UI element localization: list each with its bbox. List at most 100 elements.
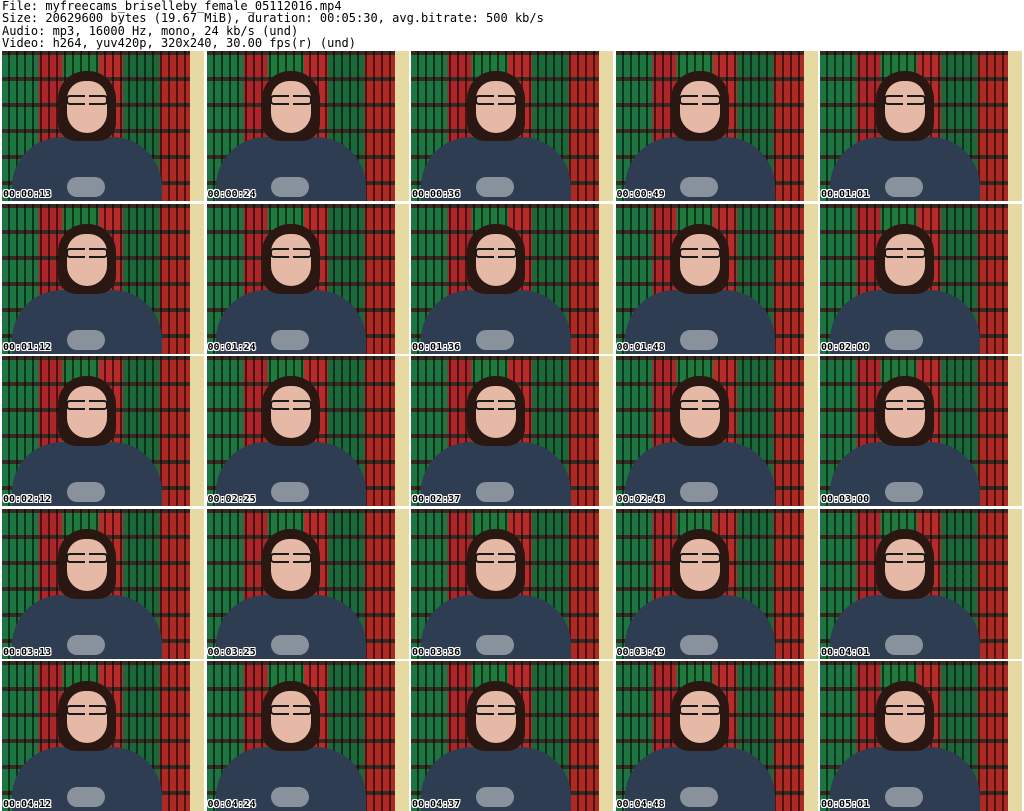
- person-figure: [625, 528, 776, 659]
- face: [475, 386, 516, 438]
- timestamp-label: 00:05:01: [821, 799, 870, 810]
- face: [271, 233, 312, 286]
- wall-background: [1008, 508, 1022, 659]
- face: [884, 691, 925, 743]
- timestamp-label: 00:00:24: [207, 189, 256, 200]
- glasses: [270, 705, 313, 715]
- video-thumbnail: 00:01:01: [820, 51, 1022, 201]
- glasses: [679, 705, 722, 715]
- video-thumbnail: 00:03:25: [206, 508, 409, 659]
- person-figure: [625, 376, 776, 506]
- wall-background: [599, 508, 613, 659]
- video-thumbnail: 00:03:13: [2, 508, 204, 659]
- face: [271, 691, 312, 743]
- person-figure: [829, 71, 980, 201]
- person-figure: [420, 528, 571, 659]
- person-figure: [829, 376, 980, 506]
- glasses: [679, 247, 722, 258]
- wall-background: [1008, 51, 1022, 201]
- face: [475, 233, 516, 286]
- video-thumbnail: 00:03:00: [820, 356, 1022, 506]
- glasses: [65, 552, 108, 563]
- glasses: [474, 552, 517, 563]
- video-thumbnail: 00:01:12: [2, 203, 204, 354]
- video-thumbnail: 00:01:36: [411, 203, 613, 354]
- face: [271, 81, 312, 133]
- timestamp-label: 00:04:24: [207, 799, 256, 810]
- person-figure: [829, 223, 980, 354]
- face: [66, 233, 107, 286]
- video-thumbnail: 00:02:12: [2, 356, 204, 506]
- wall-background: [394, 508, 409, 659]
- face: [271, 386, 312, 438]
- timestamp-label: 00:01:36: [412, 341, 461, 353]
- file-size-line: Size: 20629600 bytes (19.67 MiB), durati…: [2, 11, 544, 26]
- wall-background: [190, 203, 204, 354]
- timestamp-label: 00:04:01: [821, 646, 870, 658]
- wall-background: [803, 203, 818, 354]
- person-figure: [420, 376, 571, 506]
- person-figure: [11, 223, 162, 354]
- video-thumbnail: 00:01:48: [615, 203, 818, 354]
- glasses: [474, 705, 517, 715]
- face: [66, 81, 107, 133]
- timestamp-label: 00:01:48: [616, 341, 665, 353]
- glasses: [679, 95, 722, 105]
- timestamp-label: 00:03:49: [616, 646, 665, 658]
- wall-background: [1008, 661, 1022, 811]
- file-info-header: File: myfreecams_briselleby_female_05112…: [2, 0, 1022, 50]
- glasses: [270, 552, 313, 563]
- face: [884, 233, 925, 286]
- video-thumbnail: 00:02:00: [820, 203, 1022, 354]
- video-thumbnail: 00:04:01: [820, 508, 1022, 659]
- wall-background: [394, 356, 409, 506]
- person-figure: [216, 376, 367, 506]
- glasses: [679, 552, 722, 563]
- person-figure: [625, 71, 776, 201]
- video-thumbnail: 00:00:24: [206, 51, 409, 201]
- wall-background: [803, 661, 818, 811]
- glasses: [65, 400, 108, 410]
- timestamp-label: 00:02:12: [3, 494, 52, 505]
- glasses: [474, 400, 517, 410]
- video-info-line: Video: h264, yuv420p, 320x240, 30.00 fps…: [2, 36, 357, 51]
- thumbnail-grid: 00:00:13 00:00:24 00:00:36 00:00:49 00:01:01…: [2, 51, 1022, 811]
- glasses: [270, 95, 313, 105]
- glasses: [883, 552, 926, 563]
- person-figure: [829, 681, 980, 811]
- video-thumbnail: 00:03:49: [615, 508, 818, 659]
- timestamp-label: 00:03:25: [207, 646, 256, 658]
- wall-background: [599, 661, 613, 811]
- glasses: [270, 247, 313, 258]
- timestamp-label: 00:01:24: [207, 341, 256, 353]
- video-thumbnail: 00:04:48: [615, 661, 818, 811]
- timestamp-label: 00:00:49: [616, 189, 665, 200]
- person-figure: [216, 681, 367, 811]
- face: [271, 538, 312, 591]
- wall-background: [190, 661, 204, 811]
- glasses: [679, 400, 722, 410]
- wall-background: [190, 508, 204, 659]
- face: [680, 538, 721, 591]
- face: [884, 386, 925, 438]
- person-figure: [420, 223, 571, 354]
- wall-background: [190, 356, 204, 506]
- video-thumbnail: 00:05:01: [820, 661, 1022, 811]
- person-figure: [11, 681, 162, 811]
- glasses: [883, 247, 926, 258]
- timestamp-label: 00:02:00: [821, 341, 870, 353]
- glasses: [474, 247, 517, 258]
- glasses: [474, 95, 517, 105]
- timestamp-label: 00:02:25: [207, 494, 256, 505]
- face: [475, 538, 516, 591]
- wall-background: [394, 51, 409, 201]
- person-figure: [216, 223, 367, 354]
- face: [66, 538, 107, 591]
- wall-background: [803, 508, 818, 659]
- video-thumbnail: 00:00:36: [411, 51, 613, 201]
- video-thumbnail: 00:01:24: [206, 203, 409, 354]
- wall-background: [599, 356, 613, 506]
- wall-background: [1008, 356, 1022, 506]
- video-thumbnail: 00:00:13: [2, 51, 204, 201]
- glasses: [883, 95, 926, 105]
